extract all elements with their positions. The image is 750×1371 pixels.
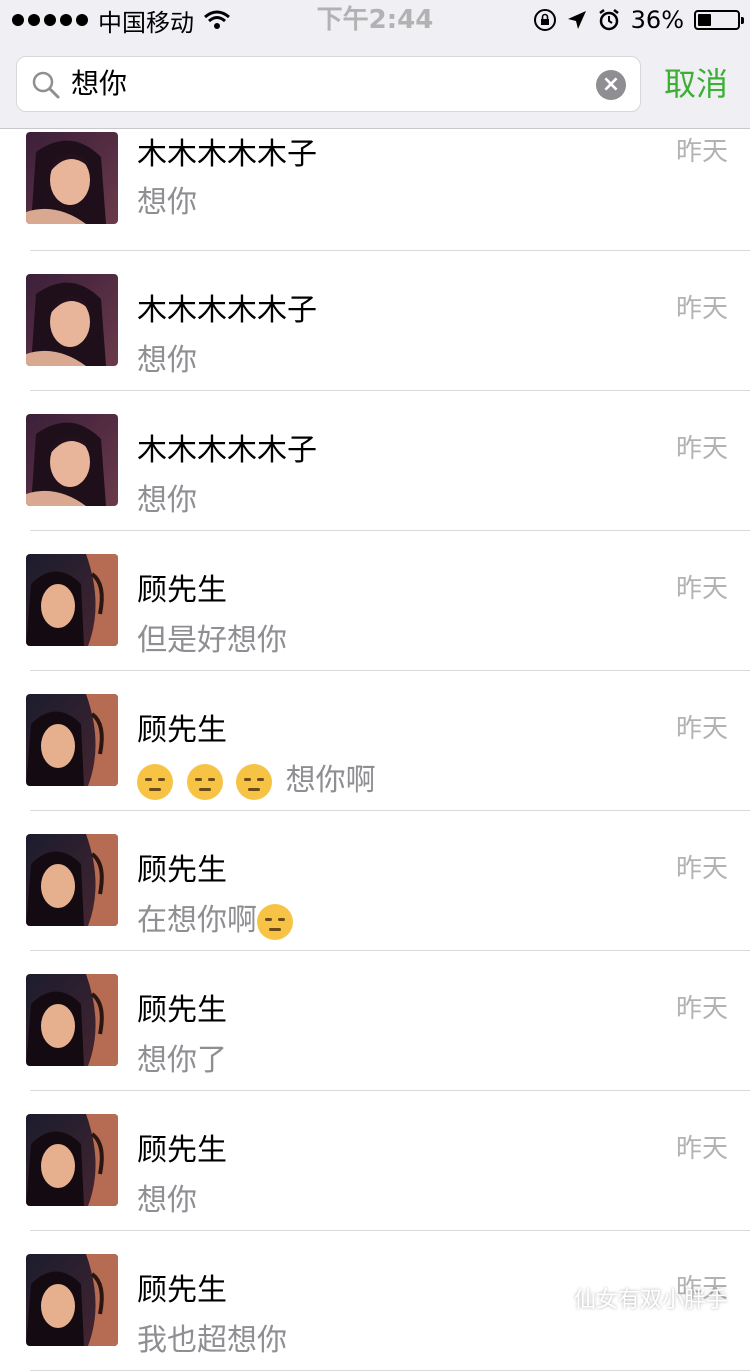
contact-name: 木木木木木子 xyxy=(137,433,317,468)
avatar xyxy=(26,1254,118,1346)
message-text: 在想你啊 xyxy=(137,903,257,938)
search-query: 想你 xyxy=(71,67,128,100)
message-preview: 但是好想你 xyxy=(137,623,287,658)
avatar xyxy=(26,132,118,224)
message-preview: 想你 xyxy=(137,1183,197,1218)
status-right: 36% xyxy=(533,4,744,36)
list-item[interactable]: 顾先生 想你 昨天 xyxy=(0,1091,750,1231)
contact-name: 顾先生 xyxy=(137,993,227,1028)
message-time: 昨天 xyxy=(675,714,728,744)
battery-percent: 36% xyxy=(630,6,684,34)
message-time: 昨天 xyxy=(675,434,728,464)
contact-name: 顾先生 xyxy=(137,1133,227,1168)
cancel-button[interactable]: 取消 xyxy=(664,40,728,128)
wechat-icon xyxy=(539,1288,566,1307)
search-bar: 想你 × xyxy=(0,40,750,129)
search-input[interactable]: 想你 × xyxy=(16,56,641,112)
message-preview: 我也超想你 xyxy=(137,1323,287,1358)
avatar xyxy=(26,834,118,926)
message-time: 昨天 xyxy=(675,994,728,1024)
message-time: 昨天 xyxy=(675,137,728,167)
list-item[interactable]: 顾先生 但是好想你 昨天 xyxy=(0,531,750,671)
rotation-lock-icon xyxy=(533,9,556,31)
message-text: 想你啊 xyxy=(285,763,376,798)
clear-icon[interactable]: × xyxy=(596,70,626,100)
message-preview: 想你 xyxy=(137,185,197,220)
list-item[interactable]: 顾先生 想你啊 昨天 xyxy=(0,671,750,811)
message-preview: 想你了 xyxy=(137,1043,227,1078)
pensive-emoji-icon xyxy=(236,763,273,800)
avatar xyxy=(26,974,118,1066)
avatar xyxy=(26,1114,118,1206)
list-item[interactable]: 木木木木木子 想你 昨天 xyxy=(0,391,750,531)
list-item[interactable]: 顾先生 在想你啊 昨天 xyxy=(0,811,750,951)
pensive-emoji-icon xyxy=(186,763,223,800)
contact-name: 顾先生 xyxy=(137,1273,227,1308)
avatar xyxy=(26,274,118,366)
contact-name: 顾先生 xyxy=(137,573,227,608)
contact-name: 顾先生 xyxy=(137,853,227,888)
avatar xyxy=(26,554,118,646)
message-preview: 想你 xyxy=(137,343,197,378)
location-icon xyxy=(567,11,586,29)
avatar xyxy=(26,694,118,786)
contact-name: 顾先生 xyxy=(137,713,227,748)
battery-icon xyxy=(694,10,744,30)
message-time: 昨天 xyxy=(675,294,728,324)
search-icon xyxy=(32,71,60,99)
message-time: 昨天 xyxy=(675,854,728,884)
message-time: 昨天 xyxy=(675,574,728,604)
status-bar: 中国移动 下午2:44 36% xyxy=(0,0,750,40)
avatar xyxy=(26,414,118,506)
watermark-text: 仙女有双小胖手 xyxy=(573,1288,728,1313)
list-item[interactable]: 顾先生 想你了 昨天 xyxy=(0,951,750,1091)
message-preview: 想你 xyxy=(137,483,197,518)
pensive-emoji-icon xyxy=(257,903,293,940)
pensive-emoji-icon xyxy=(137,763,173,800)
contact-name: 木木木木木子 xyxy=(137,137,317,172)
list-item[interactable]: 木木木木木子 想你 昨天 xyxy=(0,251,750,391)
search-results: 木木木木木子 想你 昨天 木木木木木子 想你 昨天 木木木木木子 想你 昨天 顾… xyxy=(0,129,750,1371)
message-time: 昨天 xyxy=(675,1134,728,1164)
alarm-icon xyxy=(598,9,619,31)
message-preview: 想你啊 xyxy=(137,755,376,800)
watermark: 仙女有双小胖手 xyxy=(539,1282,728,1314)
list-item[interactable]: 木木木木木子 想你 昨天 xyxy=(0,129,750,251)
message-preview: 在想你啊 xyxy=(137,895,297,940)
contact-name: 木木木木木子 xyxy=(137,293,317,328)
